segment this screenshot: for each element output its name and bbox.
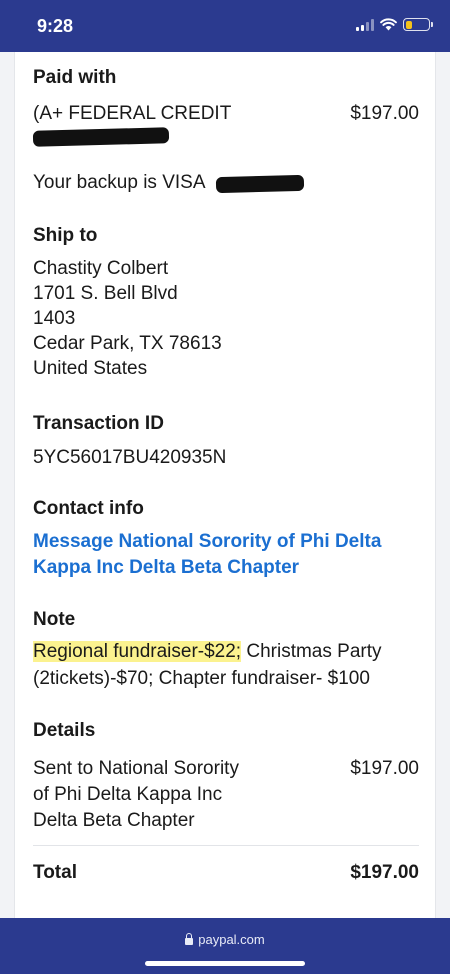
transaction-id-section: Transaction ID 5YC56017BU420935N xyxy=(33,413,419,468)
details-amount: $197.00 xyxy=(350,758,419,779)
home-indicator[interactable] xyxy=(145,961,305,966)
paid-amount: $197.00 xyxy=(350,103,419,124)
contact-info-section: Contact info Message National Sorority o… xyxy=(33,498,419,578)
details-recipient-line-1: Sent to National Sorority xyxy=(33,758,239,779)
browser-bottom-bar: paypal.com xyxy=(0,918,450,974)
address-country: United States xyxy=(33,358,148,379)
url-text: paypal.com xyxy=(198,932,265,947)
details-recipient-line-3: Delta Beta Chapter xyxy=(33,810,195,831)
lock-icon xyxy=(185,933,194,945)
note-text: Regional fundraiser-$22; Christmas Party… xyxy=(33,639,382,691)
transaction-card: Paid with (A+ FEDERAL CREDIT $197.00 You… xyxy=(14,52,436,918)
transaction-id-heading: Transaction ID xyxy=(33,413,164,434)
cellular-signal-icon xyxy=(356,18,374,31)
url-bar[interactable]: paypal.com xyxy=(0,932,450,947)
status-bar: 9:28 xyxy=(0,0,450,52)
redacted-account-number xyxy=(32,127,170,147)
address-city-line: Cedar Park, TX 78613 xyxy=(33,333,222,354)
note-highlighted-text: Regional fundraiser-$22; xyxy=(33,641,242,662)
backup-payment-text: Your backup is VISA xyxy=(33,172,206,193)
ship-to-heading: Ship to xyxy=(33,225,98,246)
details-recipient-line-2: of Phi Delta Kappa Inc xyxy=(33,784,223,805)
paid-with-section: Paid with (A+ FEDERAL CREDIT $197.00 You… xyxy=(32,67,419,193)
payment-method: (A+ FEDERAL CREDIT xyxy=(33,103,232,124)
status-time: 9:28 xyxy=(37,16,74,36)
total-amount: $197.00 xyxy=(350,862,419,883)
message-link-line-1[interactable]: Message National Sorority of Phi Delta xyxy=(33,529,381,555)
address-line-1: 1701 S. Bell Blvd xyxy=(33,283,178,304)
recipient-name: Chastity Colbert xyxy=(33,258,169,279)
details-heading: Details xyxy=(33,720,96,741)
battery-icon xyxy=(403,18,433,31)
total-divider xyxy=(33,845,419,846)
paid-with-heading: Paid with xyxy=(33,67,117,88)
backup-payment-row: Your backup is VISA xyxy=(33,170,305,195)
redacted-card-number xyxy=(215,174,305,193)
wifi-icon xyxy=(380,18,397,31)
ship-to-section: Ship to Chastity Colbert 1701 S. Bell Bl… xyxy=(33,225,419,379)
total-row: Total $197.00 xyxy=(33,862,419,884)
note-section: Note Regional fundraiser-$22; Christmas … xyxy=(33,609,419,689)
transaction-id-value: 5YC56017BU420935N xyxy=(33,447,227,468)
contact-info-heading: Contact info xyxy=(33,498,144,519)
note-text-line-1: Christmas Party xyxy=(241,641,382,662)
details-section: Details Sent to National Sorority of Phi… xyxy=(33,720,419,831)
message-merchant-link[interactable]: Message National Sorority of Phi Delta K… xyxy=(33,529,381,581)
address-line-2: 1403 xyxy=(33,308,76,329)
message-link-line-2[interactable]: Kappa Inc Delta Beta Chapter xyxy=(33,555,381,581)
status-icons xyxy=(356,18,433,31)
note-text-line-2: (2tickets)-$70; Chapter fundraiser- $100 xyxy=(33,668,370,689)
note-heading: Note xyxy=(33,609,76,630)
